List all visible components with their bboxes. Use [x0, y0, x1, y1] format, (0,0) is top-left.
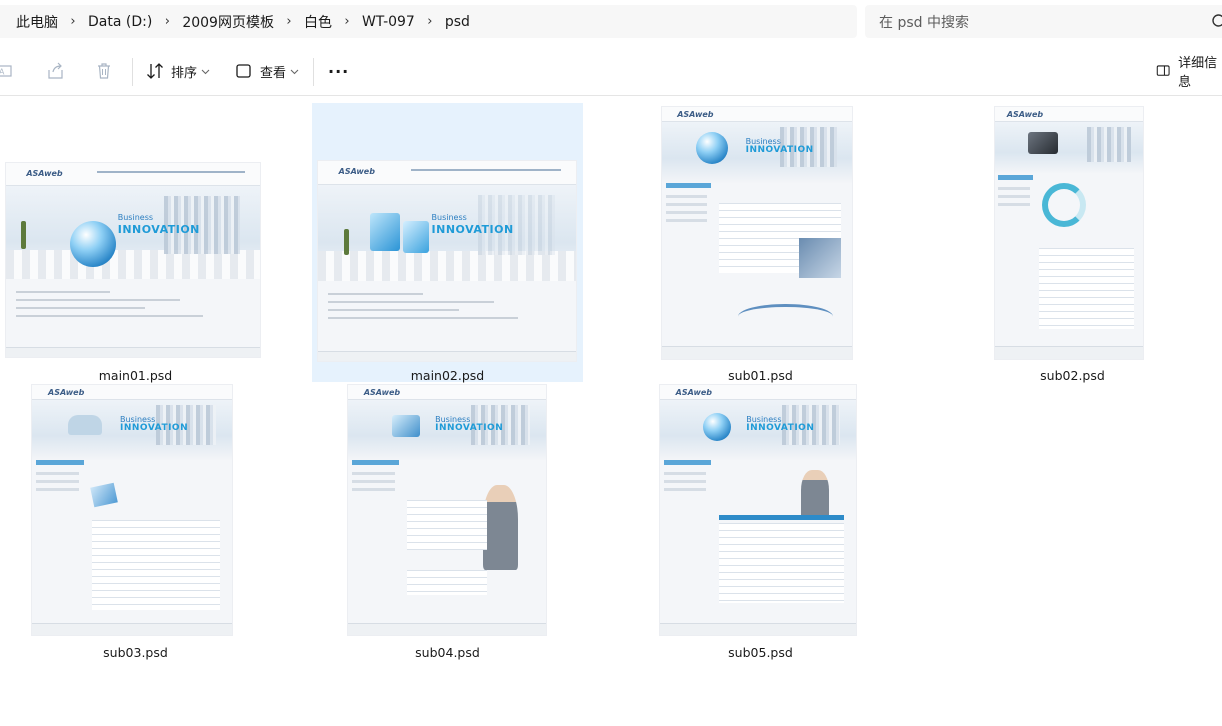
rename-icon[interactable]: A [0, 61, 16, 81]
delete-icon[interactable] [94, 61, 114, 81]
file-thumbnail: ASAweb Business INNOVATION [6, 163, 260, 357]
breadcrumb-item-white[interactable]: 白色 [304, 12, 332, 32]
chevron-right-icon[interactable]: › [152, 14, 182, 29]
chevron-right-icon[interactable]: › [58, 14, 88, 29]
file-name: main01.psd [98, 368, 173, 383]
file-item-selected[interactable]: ASAweb Business INNOVATION main02.psd [312, 103, 583, 383]
sort-label: 排序 [171, 65, 198, 81]
share-icon[interactable] [46, 61, 66, 81]
chevron-right-icon[interactable]: › [332, 14, 362, 29]
thumb-banner-heading: INNOVATION [435, 422, 504, 433]
details-pane-icon [1156, 65, 1170, 76]
breadcrumb-item-drive[interactable]: Data (D:) [88, 14, 152, 30]
more-options-button[interactable]: ··· [328, 58, 349, 84]
breadcrumb-item-templates[interactable]: 2009网页模板 [182, 12, 274, 32]
details-pane-button[interactable]: 详细信息 [1156, 56, 1222, 90]
file-item[interactable]: ASAweb sub02.psd [937, 103, 1208, 383]
file-thumbnail: ASAweb Business INNOVATION [348, 385, 546, 635]
chevron-right-icon[interactable]: › [415, 14, 445, 29]
thumb-banner-heading: INNOVATION [117, 223, 200, 237]
file-item[interactable]: ASAweb Business INNOVATION sub03.psd [0, 383, 271, 662]
chevron-down-icon [201, 69, 210, 74]
chevron-down-icon [290, 69, 299, 74]
command-bar: A 排序 查看 ··· 详细信息 [0, 46, 1222, 96]
file-thumbnail: ASAweb Business INNOVATION [660, 385, 856, 635]
breadcrumb-item-psd[interactable]: psd [445, 14, 470, 30]
view-button[interactable]: 查看 [235, 58, 299, 84]
search-icon[interactable] [1211, 13, 1222, 31]
breadcrumb[interactable]: 此电脑 › Data (D:) › 2009网页模板 › 白色 › WT-097… [0, 5, 857, 38]
toolbar-divider [313, 58, 314, 86]
thumb-logo-text: ASAweb [338, 167, 375, 176]
search-input[interactable]: 在 psd 中搜索 [879, 12, 969, 32]
file-name: sub05.psd [728, 645, 793, 660]
file-thumbnail: ASAweb Business INNOVATION [662, 107, 852, 359]
file-item[interactable]: ASAweb Business INNOVATION sub04.psd [312, 383, 583, 662]
file-name: sub02.psd [1040, 368, 1105, 383]
file-name: sub04.psd [415, 645, 480, 660]
file-thumbnail: ASAweb [995, 107, 1143, 359]
view-label: 查看 [260, 65, 287, 81]
toolbar-divider [132, 58, 133, 86]
more-icon: ··· [328, 61, 350, 81]
thumb-banner-heading: INNOVATION [120, 422, 189, 433]
sort-icon [147, 63, 163, 79]
sort-button[interactable]: 排序 [145, 58, 210, 84]
svg-text:A: A [0, 68, 5, 77]
file-explorer-window: 此电脑 › Data (D:) › 2009网页模板 › 白色 › WT-097… [0, 0, 1222, 726]
thumb-banner-text: Business [117, 213, 154, 223]
address-bar: 此电脑 › Data (D:) › 2009网页模板 › 白色 › WT-097… [0, 0, 1222, 45]
file-thumbnail: ASAweb Business INNOVATION [32, 385, 232, 635]
thumb-logo-text: ASAweb [677, 109, 714, 119]
file-item[interactable]: ASAweb Business INNOVATION main01.psd [0, 103, 271, 383]
thumb-logo-text: ASAweb [1006, 109, 1044, 119]
file-thumbnail: ASAweb Business INNOVATION [318, 161, 576, 361]
thumb-logo-text: ASAweb [675, 387, 712, 397]
file-grid: ASAweb Business INNOVATION main01.psd AS… [0, 97, 1222, 726]
file-name: sub01.psd [728, 368, 793, 383]
thumb-logo-text: ASAweb [363, 387, 401, 397]
breadcrumb-item-wt097[interactable]: WT-097 [362, 14, 415, 30]
view-icon [236, 64, 251, 78]
thumb-logo-text: ASAweb [26, 168, 63, 178]
file-name: main02.psd [410, 368, 485, 383]
chevron-right-icon[interactable]: › [274, 14, 304, 29]
thumb-banner-heading: INNOVATION [745, 144, 814, 155]
thumb-logo-text: ASAweb [48, 387, 85, 397]
file-name: sub03.psd [103, 645, 168, 660]
thumb-banner-heading: INNOVATION [746, 422, 815, 433]
thumb-banner-text: Business [431, 213, 467, 222]
breadcrumb-item-this-pc[interactable]: 此电脑 [16, 12, 58, 32]
thumb-banner-heading: INNOVATION [431, 223, 514, 236]
details-label: 详细信息 [1178, 56, 1218, 90]
search-box[interactable]: 在 psd 中搜索 [865, 5, 1222, 38]
file-item[interactable]: ASAweb Business INNOVATION sub01.psd [625, 103, 896, 383]
file-item[interactable]: ASAweb Business INNOVATION sub05.psd [625, 383, 896, 662]
